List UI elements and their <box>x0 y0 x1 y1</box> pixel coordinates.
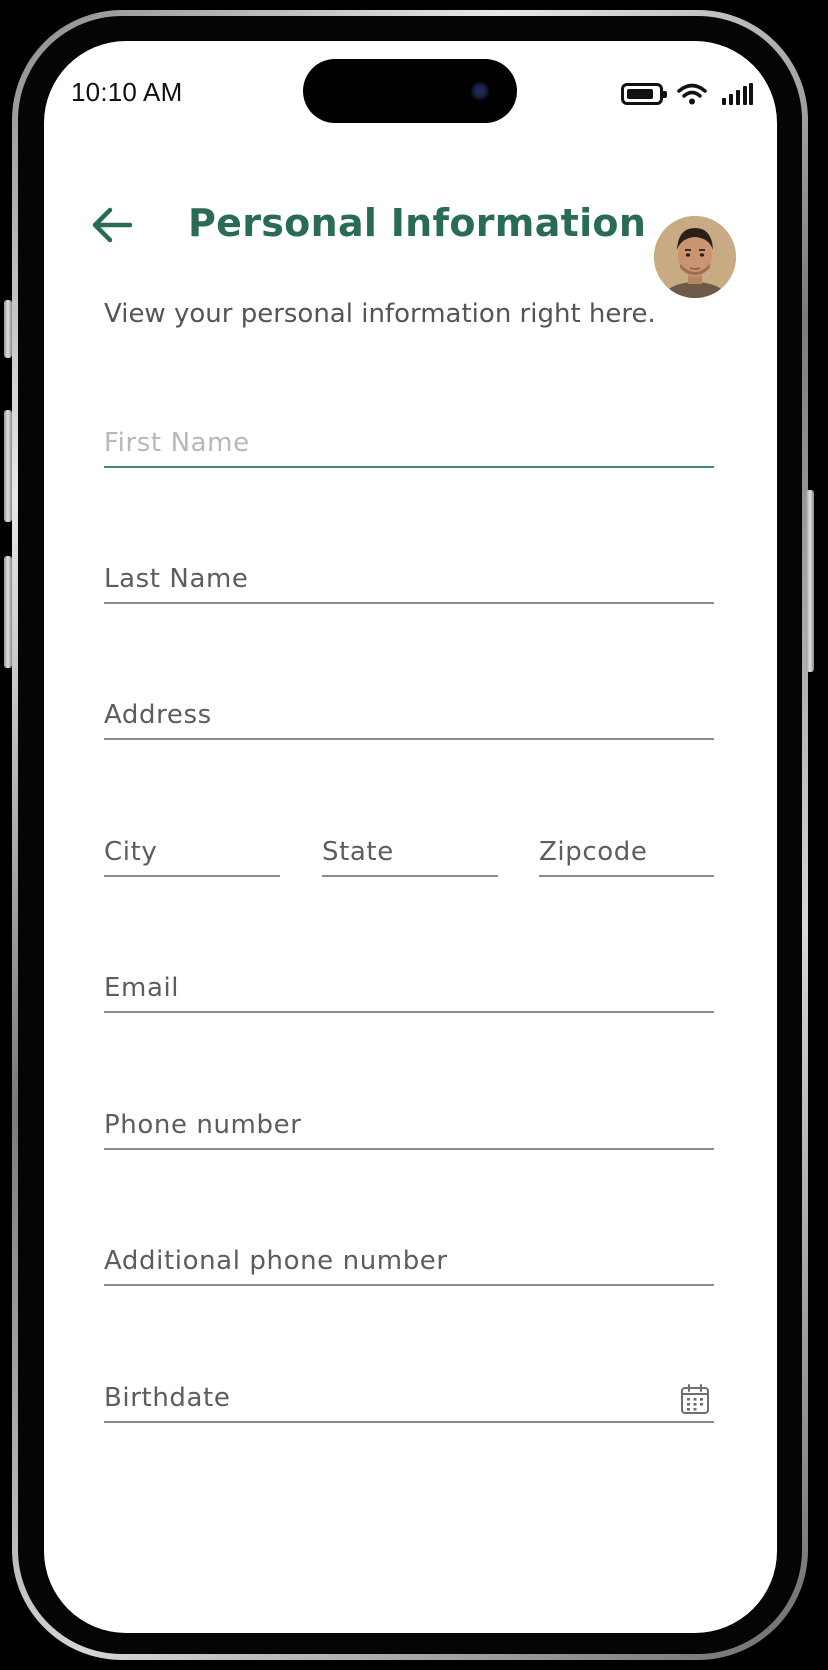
battery-icon <box>621 83 667 105</box>
last-name-input[interactable] <box>104 550 714 602</box>
user-avatar[interactable] <box>654 216 736 298</box>
arrow-left-icon <box>92 207 133 243</box>
city-input[interactable] <box>104 823 280 875</box>
first-name-input[interactable] <box>104 414 714 466</box>
additional-phone-input[interactable] <box>104 1232 714 1284</box>
back-button[interactable] <box>88 203 136 247</box>
camera-icon <box>471 82 489 100</box>
signal-icon <box>722 83 753 105</box>
avatar-photo <box>654 216 736 298</box>
email-field <box>104 959 714 1013</box>
address-input[interactable] <box>104 686 714 738</box>
phone-input[interactable] <box>104 1096 714 1148</box>
power-button <box>806 490 814 672</box>
volume-down-button <box>4 556 12 668</box>
address-field <box>104 686 714 740</box>
phone-field <box>104 1096 714 1150</box>
birthdate-input[interactable] <box>104 1369 714 1421</box>
status-time: 10:10 AM <box>71 77 183 107</box>
state-input[interactable] <box>322 823 498 875</box>
last-name-field <box>104 550 714 604</box>
volume-up-button <box>4 410 12 522</box>
first-name-field <box>104 414 714 468</box>
zipcode-input[interactable] <box>539 823 714 875</box>
page-subtitle: View your personal information right her… <box>104 299 656 329</box>
dynamic-island <box>303 59 517 123</box>
phone-device: 10:10 AM Personal Information View your … <box>0 0 828 1670</box>
city-field <box>104 823 280 877</box>
state-field <box>322 823 498 877</box>
header: Personal Information <box>44 171 777 298</box>
email-input[interactable] <box>104 959 714 1011</box>
calendar-icon[interactable] <box>680 1383 710 1415</box>
screen: 10:10 AM Personal Information View your … <box>44 41 777 1633</box>
birthdate-field <box>104 1369 714 1423</box>
page-title: Personal Information <box>188 201 647 245</box>
zipcode-field <box>539 823 714 877</box>
additional-phone-field <box>104 1232 714 1286</box>
action-button <box>4 300 12 358</box>
status-icons <box>621 81 753 107</box>
wifi-icon <box>677 83 707 105</box>
